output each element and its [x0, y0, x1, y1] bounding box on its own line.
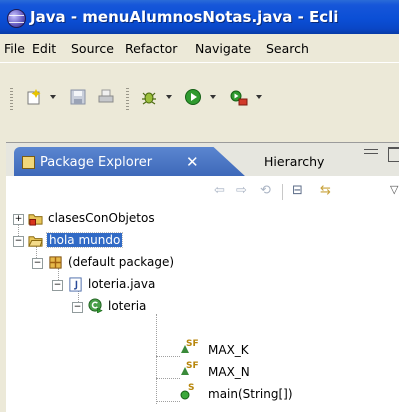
- tree-item-max-k[interactable]: SF MAX_K: [6, 339, 266, 362]
- toolbar-separator: [282, 184, 283, 200]
- back-icon[interactable]: ⇦: [214, 183, 225, 198]
- tree-item-clasesconobjetos[interactable]: + clasesConObjetos: [6, 208, 266, 230]
- new-dropdown-icon[interactable]: [50, 95, 56, 99]
- toolbar-grip[interactable]: [126, 88, 129, 110]
- package-icon: [49, 256, 62, 269]
- tree-item-hola-mundo[interactable]: − hola mundo: [6, 230, 266, 252]
- run-icon[interactable]: [180, 84, 206, 110]
- external-tools-dropdown-icon[interactable]: [256, 95, 262, 99]
- eclipse-icon: [7, 9, 26, 28]
- tab-package-explorer[interactable]: Package Explorer ✕: [14, 147, 246, 177]
- forward-icon[interactable]: ⇨: [236, 183, 247, 198]
- save-icon[interactable]: [66, 84, 90, 110]
- class-icon: [88, 298, 103, 313]
- package-explorer-icon: [22, 156, 35, 169]
- main-toolbar: [0, 84, 399, 120]
- menu-refactor[interactable]: Refactor: [125, 41, 177, 56]
- window-title-bar[interactable]: Java - menuAlumnosNotas.java - Ecli: [0, 0, 399, 34]
- tree-item-default-package[interactable]: − (default package): [6, 252, 266, 274]
- up-icon[interactable]: ⟲: [260, 183, 271, 198]
- menu-file[interactable]: File: [4, 41, 25, 56]
- collapse-toggle[interactable]: −: [72, 302, 83, 313]
- new-wizard-icon[interactable]: [22, 84, 48, 110]
- modifier-badge: SF: [186, 361, 199, 371]
- tab-label: Package Explorer: [40, 155, 153, 170]
- menu-source[interactable]: Source: [71, 41, 114, 56]
- tree-item-label: loteria.java: [88, 277, 156, 291]
- view-tab-bar: Package Explorer ✕ Hierarchy: [6, 142, 399, 177]
- menu-bar: File Edit Source Refactor Navigate Searc…: [0, 36, 399, 63]
- debug-icon[interactable]: [136, 84, 162, 110]
- tree-item-label: (default package): [68, 255, 175, 269]
- external-tools-icon[interactable]: [226, 84, 252, 110]
- view-toolbar: ⇦ ⇨ ⟲ ⊟ ⇆ ▽: [6, 176, 399, 206]
- window-title: Java - menuAlumnosNotas.java - Ecli: [30, 8, 339, 26]
- debug-dropdown-icon[interactable]: [166, 95, 172, 99]
- tree-item-label: MAX_K: [208, 343, 249, 357]
- tree-item-label: MAX_N: [208, 365, 250, 379]
- menu-search[interactable]: Search: [266, 41, 309, 56]
- view-menu-icon[interactable]: ▽: [390, 183, 398, 196]
- collapse-toggle[interactable]: −: [52, 280, 63, 291]
- tree-item-label: hola mundo: [45, 232, 124, 248]
- project-folder-icon: [28, 236, 43, 247]
- menu-edit[interactable]: Edit: [32, 41, 56, 56]
- tree-item-main-method[interactable]: S main(String[]): [6, 383, 293, 406]
- close-icon[interactable]: ✕: [186, 153, 199, 171]
- tree-item-label: loteria: [108, 299, 147, 313]
- toolbar-grip[interactable]: [10, 88, 13, 110]
- modifier-badge: SF: [186, 339, 199, 349]
- tree-item-label: main(String[]): [208, 387, 293, 401]
- collapse-toggle[interactable]: −: [13, 236, 24, 247]
- java-file-icon: [69, 277, 82, 292]
- modifier-badge: S: [188, 383, 195, 393]
- tree-item-label: clasesConObjetos: [48, 211, 155, 225]
- tree-item-loteria-class[interactable]: − loteria: [6, 296, 266, 318]
- package-tree: + clasesConObjetos − hola mundo − (defau…: [6, 206, 399, 412]
- link-with-editor-icon[interactable]: ⇆: [320, 183, 331, 198]
- run-dropdown-icon[interactable]: [210, 95, 216, 99]
- maximize-icon[interactable]: [388, 147, 399, 162]
- tab-hierarchy[interactable]: Hierarchy: [264, 154, 324, 169]
- minimize-icon[interactable]: [364, 149, 378, 154]
- project-folder-error-icon: [28, 214, 43, 226]
- collapse-all-icon[interactable]: ⊟: [292, 183, 303, 198]
- package-explorer-view: Package Explorer ✕ Hierarchy ⇦ ⇨ ⟲ ⊟ ⇆ ▽…: [0, 142, 399, 412]
- expand-toggle[interactable]: +: [13, 214, 24, 225]
- tree-item-max-n[interactable]: SF MAX_N: [6, 361, 266, 384]
- print-icon[interactable]: [94, 84, 118, 110]
- collapse-toggle[interactable]: −: [32, 258, 43, 269]
- menu-navigate[interactable]: Navigate: [195, 41, 251, 56]
- tree-item-loteria-java[interactable]: − loteria.java: [6, 274, 266, 296]
